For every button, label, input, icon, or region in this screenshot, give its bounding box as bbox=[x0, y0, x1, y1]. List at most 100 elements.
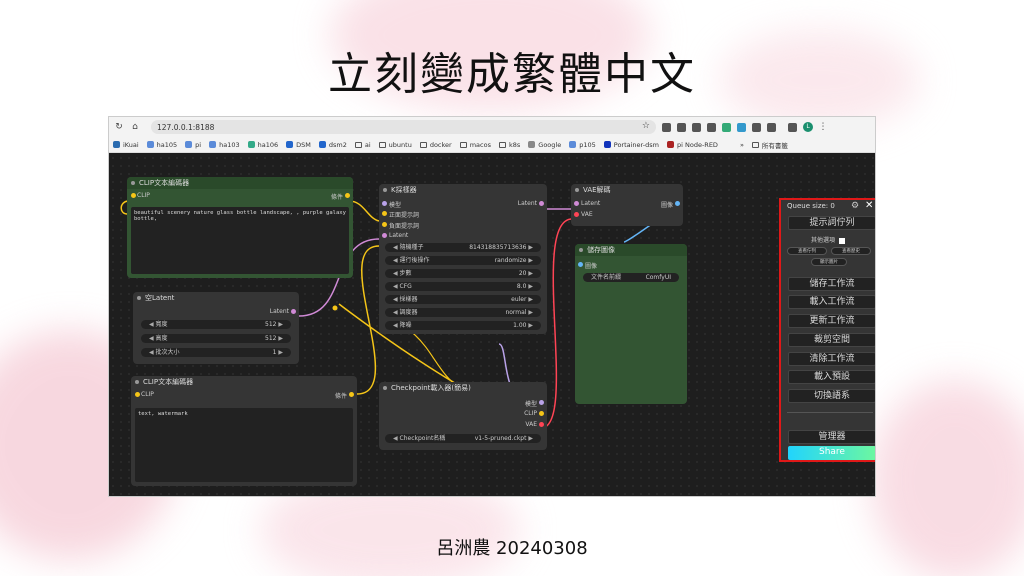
menu-icon[interactable]: ⋮ bbox=[817, 122, 829, 132]
save-workflow-button[interactable]: 儲存工作流 bbox=[788, 277, 875, 291]
clip-text-encode-node-positive[interactable]: CLIP文本編碼器 CLIP 條件 beautiful scenery natu… bbox=[127, 177, 353, 278]
bookmark-folder[interactable]: ubuntu bbox=[378, 141, 412, 149]
switch-locale-button[interactable]: 切換語系 bbox=[788, 389, 875, 403]
checkpoint-name-widget[interactable]: ◀ Checkpoint名稱 v1-5-pruned.ckpt ▶ bbox=[385, 434, 541, 443]
input-clip[interactable]: CLIP bbox=[131, 192, 150, 199]
bookmark-item[interactable]: Portainer-dsm bbox=[603, 141, 659, 149]
view-history-button[interactable]: 查看歷史 bbox=[831, 247, 871, 255]
bookmark-folder[interactable]: ai bbox=[354, 141, 371, 149]
save-image-node[interactable]: 儲存圖像 圖像 文件名前綴 ComfyUI bbox=[575, 244, 687, 404]
address-toolbar: ↻ ⌂ 127.0.0.1:8188 ☆ L ⋮ bbox=[109, 117, 875, 137]
output-conditioning[interactable]: 條件 bbox=[335, 391, 354, 400]
clip-text-encode-node-negative[interactable]: CLIP文本編碼器 CLIP 條件 text, watermark bbox=[131, 376, 357, 486]
bookmark-item[interactable]: pi Node-RED bbox=[667, 141, 718, 149]
output-vae[interactable]: VAE bbox=[525, 421, 544, 428]
vae-decode-node[interactable]: VAE解碼 Latent VAE 圖像 bbox=[571, 184, 683, 226]
cfg-widget[interactable]: ◀ CFG 8.0 ▶ bbox=[385, 282, 541, 291]
show-images-button[interactable]: 顯示圖片 bbox=[811, 258, 847, 266]
sampler-widget[interactable]: ◀ 採樣器 euler ▶ bbox=[385, 295, 541, 304]
prompt-textarea[interactable]: text, watermark bbox=[135, 408, 353, 482]
checkpoint-loader-node[interactable]: Checkpoint載入器(簡易) 模型 CLIP VAE ◀ Checkpoi… bbox=[379, 382, 547, 450]
steps-widget[interactable]: ◀ 步數 20 ▶ bbox=[385, 269, 541, 278]
node-title: 儲存圖像 bbox=[575, 244, 687, 256]
bookmark-item[interactable]: p105 bbox=[569, 141, 596, 149]
output-clip[interactable]: CLIP bbox=[524, 410, 544, 417]
output-latent[interactable]: Latent bbox=[270, 308, 296, 315]
load-default-button[interactable]: 載入預設 bbox=[788, 370, 875, 384]
refresh-workflow-button[interactable]: 更新工作流 bbox=[788, 314, 875, 328]
bookmark-star-icon[interactable]: ☆ bbox=[642, 121, 650, 131]
input-images[interactable]: 圖像 bbox=[578, 261, 597, 270]
seed-widget[interactable]: ◀ 隨機種子 814318835713636 ▶ bbox=[385, 243, 541, 252]
filename-prefix-widget[interactable]: 文件名前綴 ComfyUI bbox=[583, 273, 679, 282]
output-latent[interactable]: Latent bbox=[518, 200, 544, 207]
extra-options-label: 其他選項 bbox=[811, 237, 836, 244]
node-title: 空Latent bbox=[133, 292, 299, 304]
clear-workflow-button[interactable]: 清除工作流 bbox=[788, 352, 875, 366]
node-title: CLIP文本編碼器 bbox=[131, 376, 357, 388]
bookmarks-overflow-icon[interactable]: » bbox=[740, 141, 744, 149]
slide-title: 立刻變成繁體中文 bbox=[328, 49, 696, 100]
queue-size-label: Queue size: 0 bbox=[787, 202, 835, 210]
input-positive[interactable]: 正面提示詞 bbox=[382, 210, 419, 219]
bookmark-item[interactable]: ha105 bbox=[146, 141, 177, 149]
address-url: 127.0.0.1:8188 bbox=[157, 122, 215, 132]
input-clip[interactable]: CLIP bbox=[135, 391, 154, 398]
output-conditioning[interactable]: 條件 bbox=[331, 192, 350, 201]
height-widget[interactable]: ◀ 高度 512 ▶ bbox=[141, 334, 291, 343]
input-vae[interactable]: VAE bbox=[574, 211, 593, 218]
input-negative[interactable]: 負面提示詞 bbox=[382, 221, 419, 230]
prompt-textarea[interactable]: beautiful scenery nature glass bottle la… bbox=[131, 207, 349, 274]
reload-icon[interactable]: ↻ bbox=[113, 122, 125, 132]
extra-options-checkbox[interactable] bbox=[838, 237, 845, 244]
close-icon[interactable]: ✕ bbox=[865, 200, 873, 211]
settings-gear-icon[interactable]: ⚙ bbox=[851, 201, 859, 211]
home-icon[interactable]: ⌂ bbox=[129, 122, 141, 132]
input-latent[interactable]: Latent bbox=[382, 232, 408, 239]
width-widget[interactable]: ◀ 寬度 512 ▶ bbox=[141, 320, 291, 329]
manager-button[interactable]: 管理器 bbox=[788, 430, 875, 444]
menu-divider bbox=[787, 412, 873, 413]
extension-icon[interactable] bbox=[737, 122, 746, 132]
load-workflow-button[interactable]: 載入工作流 bbox=[788, 295, 875, 309]
clipspace-button[interactable]: 裁剪空間 bbox=[788, 333, 875, 347]
view-queue-button[interactable]: 查看佇列 bbox=[787, 247, 827, 255]
output-image[interactable]: 圖像 bbox=[661, 200, 680, 209]
node-title: VAE解碼 bbox=[571, 184, 683, 196]
bookmark-item[interactable]: ha103 bbox=[209, 141, 240, 149]
node-graph-canvas[interactable]: CLIP文本編碼器 CLIP 條件 beautiful scenery natu… bbox=[109, 154, 875, 496]
extension-icon[interactable] bbox=[677, 122, 686, 132]
address-bar[interactable]: 127.0.0.1:8188 ☆ bbox=[151, 120, 656, 134]
extension-icon[interactable] bbox=[722, 122, 731, 132]
bookmark-item[interactable]: pi bbox=[185, 141, 201, 149]
denoise-widget[interactable]: ◀ 降噪 1.00 ▶ bbox=[385, 321, 541, 330]
bookmark-item[interactable]: dsm2 bbox=[318, 141, 347, 149]
all-bookmarks-folder[interactable]: 所有書籤 bbox=[751, 140, 788, 150]
bookmark-item[interactable]: DSM bbox=[286, 141, 311, 149]
bookmark-item[interactable]: Google bbox=[528, 141, 561, 149]
bookmarks-bar: iKuai ha105 pi ha103 ha106 DSM dsm2 ai u… bbox=[109, 137, 875, 153]
bookmark-folder[interactable]: k8s bbox=[498, 141, 520, 149]
empty-latent-node[interactable]: 空Latent Latent ◀ 寬度 512 ▶ ◀ 高度 512 ▶ ◀ 批次大… bbox=[133, 292, 299, 364]
bookmark-item[interactable]: iKuai bbox=[113, 141, 139, 149]
extension-icon[interactable] bbox=[707, 122, 716, 132]
extension-icon[interactable] bbox=[692, 122, 701, 132]
bookmark-folder[interactable]: macos bbox=[459, 141, 491, 149]
input-model[interactable]: 模型 bbox=[382, 200, 401, 209]
extension-icon[interactable] bbox=[662, 122, 671, 132]
ksampler-node[interactable]: K採樣器 模型 正面提示詞 負面提示詞 Latent Latent ◀ 隨機種子… bbox=[379, 184, 547, 334]
profile-avatar[interactable]: L bbox=[803, 122, 813, 132]
puzzle-icon[interactable] bbox=[767, 122, 776, 132]
queue-prompt-button[interactable]: 提示詞佇列 bbox=[788, 216, 875, 230]
bookmark-folder[interactable]: docker bbox=[419, 141, 452, 149]
comfy-menu-panel: Queue size: 0 ⚙ ✕ 提示詞佇列 其他選項 查看佇列 查看歷史 顯… bbox=[779, 198, 875, 462]
input-latent[interactable]: Latent bbox=[574, 200, 600, 207]
sidebar-icon[interactable] bbox=[788, 122, 797, 132]
share-button[interactable]: Share bbox=[788, 446, 875, 460]
extension-icon[interactable] bbox=[752, 122, 761, 132]
batch-size-widget[interactable]: ◀ 批次大小 1 ▶ bbox=[141, 348, 291, 357]
control-after-generate-widget[interactable]: ◀ 運行後操作 randomize ▶ bbox=[385, 256, 541, 265]
bookmark-item[interactable]: ha106 bbox=[247, 141, 278, 149]
scheduler-widget[interactable]: ◀ 調度器 normal ▶ bbox=[385, 308, 541, 317]
output-model[interactable]: 模型 bbox=[525, 399, 544, 408]
